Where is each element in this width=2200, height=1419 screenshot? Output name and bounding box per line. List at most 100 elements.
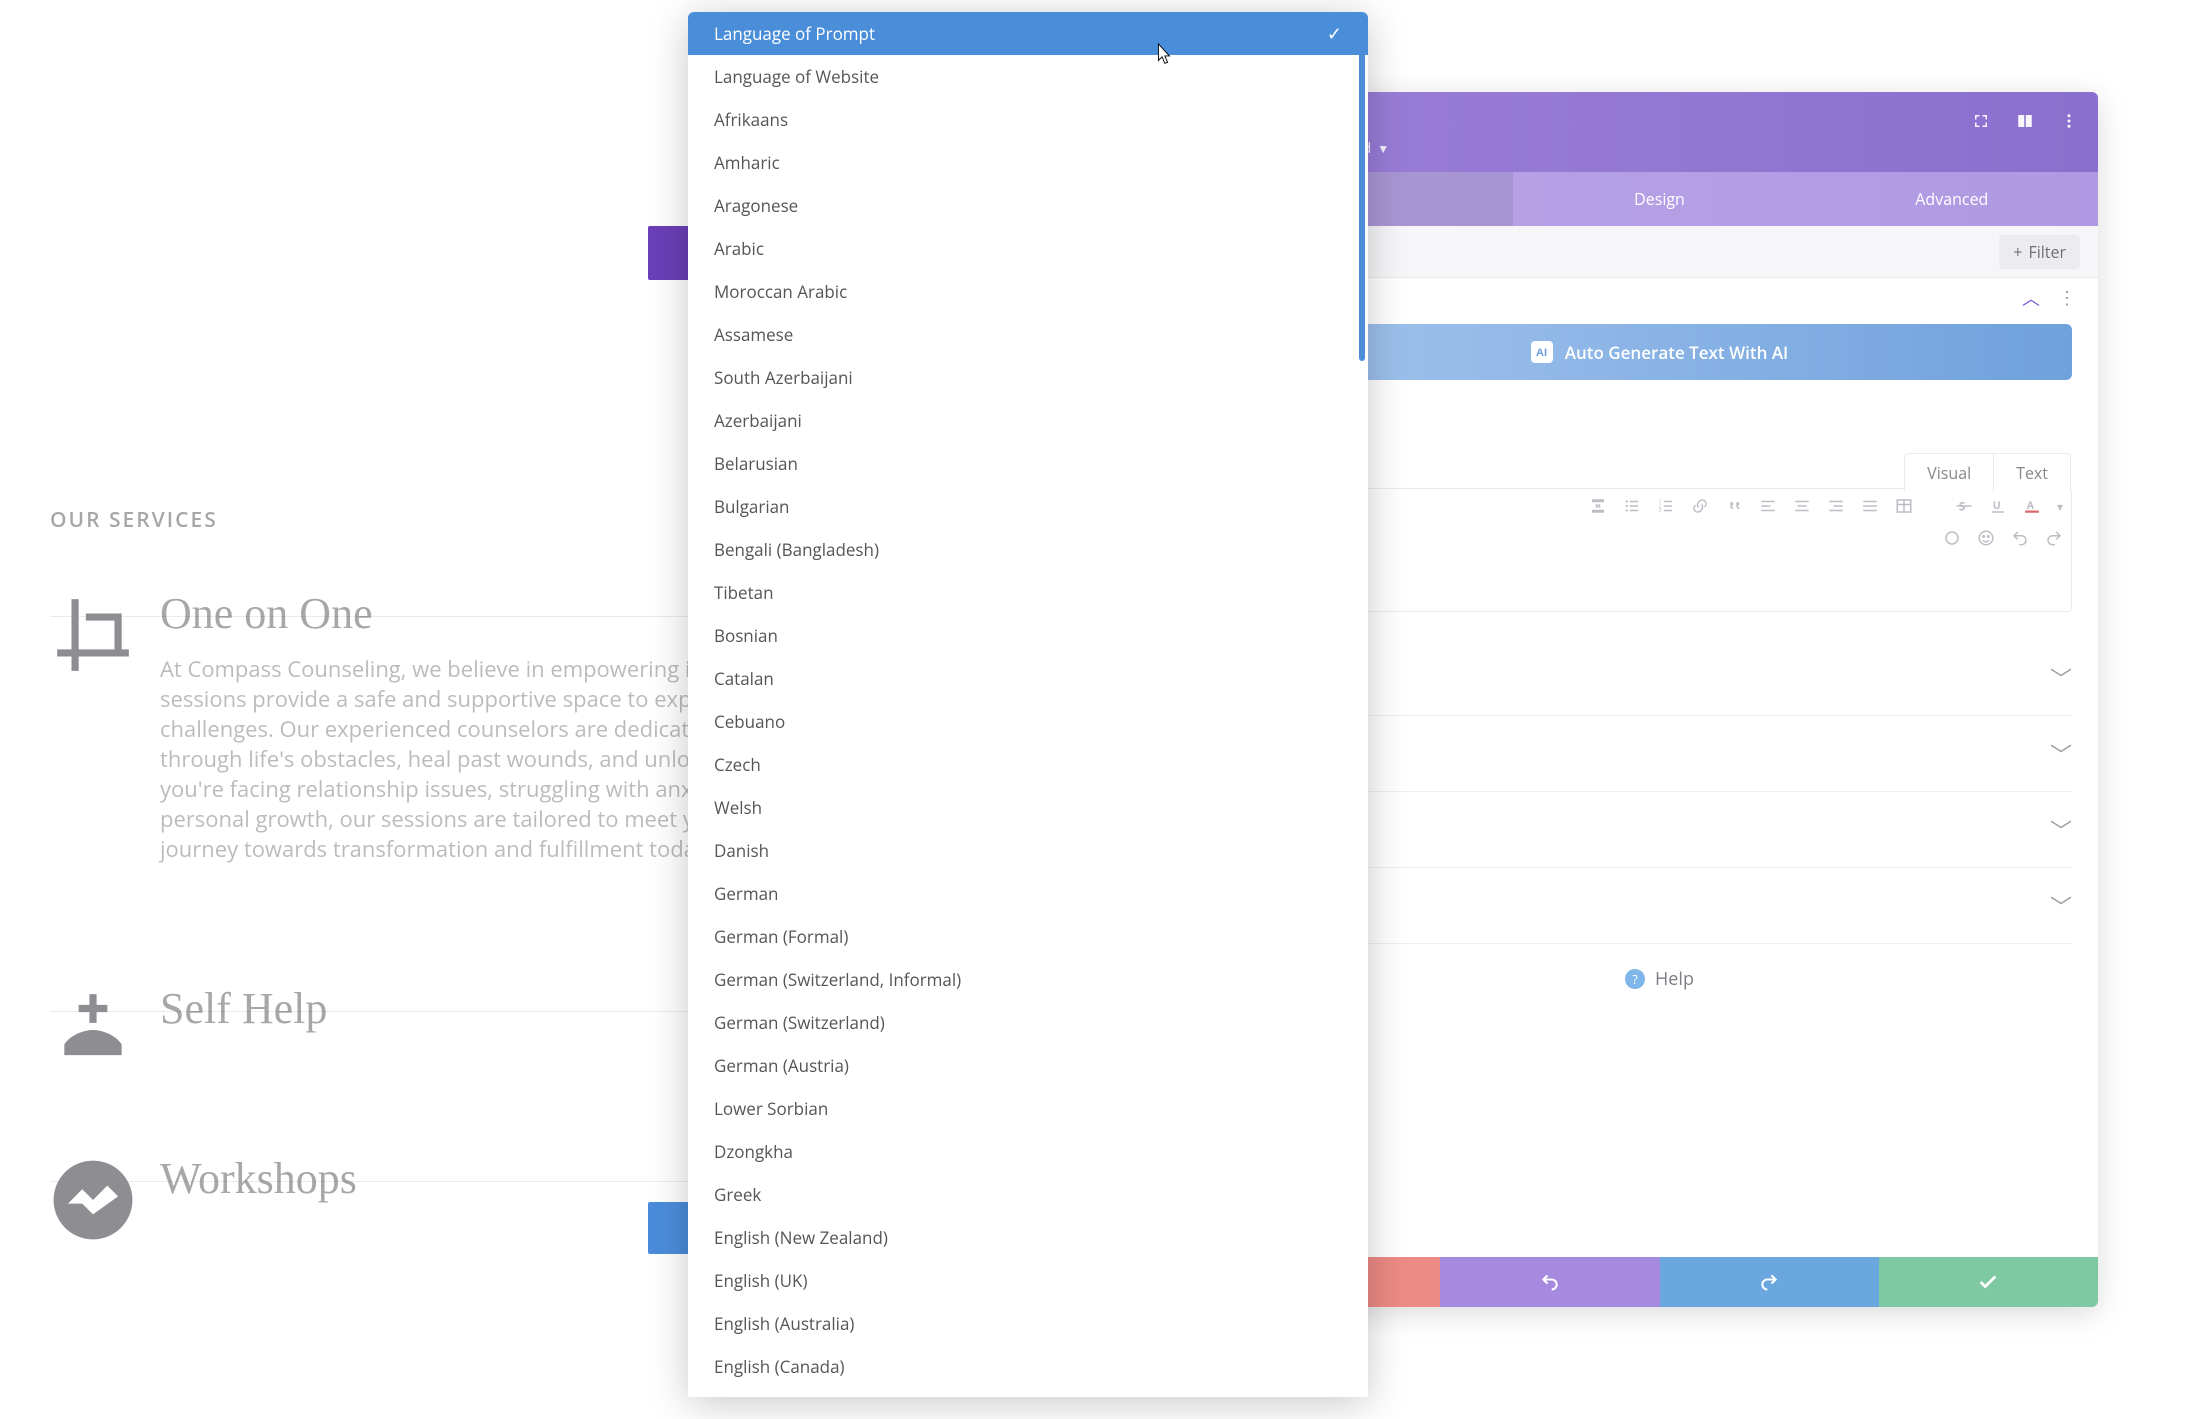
tab-design[interactable]: Design (1513, 172, 1805, 226)
more-vertical-icon[interactable]: ⋮ (2058, 286, 2076, 310)
language-option[interactable]: German (688, 872, 1368, 915)
ai-button-label: Auto Generate Text With AI (1565, 341, 1789, 364)
language-option-label: German (Austria) (714, 1054, 849, 1077)
accordion-row[interactable]: ﹀ (1247, 716, 2072, 792)
expand-icon[interactable] (1972, 112, 1990, 135)
language-option-label: German (Switzerland) (714, 1011, 885, 1034)
editor-tab-visual[interactable]: Visual (1904, 453, 1993, 492)
language-option[interactable]: Tibetan (688, 571, 1368, 614)
language-dropdown[interactable]: Language of Prompt✓ Language of Website Af… (688, 12, 1368, 1397)
language-option[interactable]: German (Switzerland, Informal) (688, 958, 1368, 1001)
language-option[interactable]: Azerbaijani (688, 399, 1368, 442)
language-option-label: Greek (714, 1183, 761, 1206)
language-option-label: Amharic (714, 151, 780, 174)
language-option[interactable]: Czech (688, 743, 1368, 786)
filter-button[interactable]: + Filter (1999, 235, 2080, 269)
language-option[interactable]: Danish (688, 829, 1368, 872)
language-option[interactable]: Greek (688, 1173, 1368, 1216)
language-option[interactable]: Lower Sorbian (688, 1087, 1368, 1130)
language-option[interactable]: South Azerbaijani (688, 356, 1368, 399)
editor-toolbar-row-1: 123 S U A ▾ (1589, 497, 2063, 515)
hand-heart-icon (50, 987, 136, 1073)
language-option-label: English (New Zealand) (714, 1226, 888, 1249)
language-option[interactable]: Bosnian (688, 614, 1368, 657)
language-option-label: Language of Website (714, 65, 879, 88)
language-option[interactable]: English (Canada) (688, 1345, 1368, 1388)
language-option[interactable]: Bengali (Bangladesh) (688, 528, 1368, 571)
columns-icon[interactable] (2016, 112, 2034, 135)
chevron-down-icon[interactable]: ▾ (2057, 498, 2063, 515)
language-option-label: Bengali (Bangladesh) (714, 538, 879, 561)
ai-generate-button[interactable]: AI Auto Generate Text With AI (1247, 324, 2072, 380)
redo-button[interactable] (1660, 1257, 1879, 1307)
language-option[interactable]: English (New Zealand) (688, 1216, 1368, 1259)
tab-advanced[interactable]: Advanced (1806, 172, 2098, 226)
quote-icon[interactable] (1725, 497, 1743, 515)
help-label: Help (1655, 967, 1694, 991)
chevron-up-icon[interactable]: ︿ (2022, 285, 2040, 311)
editor-tab-text[interactable]: Text (1993, 453, 2071, 492)
language-option-label: German (714, 882, 778, 905)
language-option[interactable]: English (UK) (688, 1259, 1368, 1302)
language-option[interactable]: Moroccan Arabic (688, 270, 1368, 313)
language-option[interactable]: Amharic (688, 141, 1368, 184)
list-ul-icon[interactable] (1623, 497, 1641, 515)
language-option[interactable]: English (Australia) (688, 1302, 1368, 1345)
language-option-label: English (Australia) (714, 1312, 854, 1335)
language-option-label: English (UK) (714, 1269, 807, 1292)
ai-badge-icon: AI (1531, 341, 1553, 363)
language-option[interactable]: Cebuano (688, 700, 1368, 743)
formula-icon[interactable] (1589, 497, 1607, 515)
language-option[interactable]: Language of Prompt✓ (688, 12, 1368, 55)
scrollbar-thumb[interactable] (1359, 16, 1365, 361)
redo-icon[interactable] (2045, 529, 2063, 547)
redo-icon (1759, 1272, 1779, 1292)
undo-icon[interactable] (2011, 529, 2029, 547)
language-option-label: Welsh (714, 796, 762, 819)
language-option-label: Danish (714, 839, 769, 862)
link-icon[interactable] (1691, 497, 1709, 515)
save-button[interactable] (1879, 1257, 2098, 1307)
language-option[interactable]: Bulgarian (688, 485, 1368, 528)
language-option[interactable]: Arabic (688, 227, 1368, 270)
language-option[interactable]: Aragonese (688, 184, 1368, 227)
language-option[interactable]: Catalan (688, 657, 1368, 700)
chevron-down-icon: ﹀ (2050, 738, 2072, 770)
service-title: Workshops (160, 1153, 357, 1204)
language-option[interactable]: Welsh (688, 786, 1368, 829)
service-title: Self Help (160, 983, 327, 1034)
emoji-icon[interactable] (1977, 529, 1995, 547)
strikethrough-icon[interactable]: S (1955, 497, 1973, 515)
align-left-icon[interactable] (1759, 497, 1777, 515)
table-icon[interactable] (1895, 497, 1913, 515)
language-option[interactable]: Dzongkha (688, 1130, 1368, 1173)
plus-icon: + (2013, 241, 2022, 263)
align-right-icon[interactable] (1827, 497, 1845, 515)
language-option-label: English (Canada) (714, 1355, 845, 1378)
align-justify-icon[interactable] (1861, 497, 1879, 515)
language-option[interactable]: German (Switzerland) (688, 1001, 1368, 1044)
language-option[interactable]: German (Formal) (688, 915, 1368, 958)
accordion-row[interactable]: ﹀ (1247, 640, 2072, 716)
language-option[interactable]: Assamese (688, 313, 1368, 356)
list-ol-icon[interactable]: 123 (1657, 497, 1675, 515)
text-color-icon[interactable]: A (2023, 497, 2041, 515)
language-option[interactable]: Afrikaans (688, 98, 1368, 141)
svg-text:U: U (1993, 499, 2001, 513)
language-option-label: Dzongkha (714, 1140, 793, 1163)
rich-text-editor[interactable]: Visual Text 123 S U A ▾ (1247, 488, 2072, 612)
more-vertical-icon[interactable] (2060, 112, 2078, 135)
accordion-row[interactable]: el ﹀ (1247, 868, 2072, 944)
circle-icon[interactable] (1943, 529, 1961, 547)
language-option[interactable]: German (Austria) (688, 1044, 1368, 1087)
undo-button[interactable] (1440, 1257, 1659, 1307)
help-icon: ? (1625, 969, 1645, 989)
language-option[interactable]: Belarusian (688, 442, 1368, 485)
language-option[interactable]: Language of Website (688, 55, 1368, 98)
language-option-label: Language of Prompt (714, 22, 875, 45)
align-center-icon[interactable] (1793, 497, 1811, 515)
language-option-label: South Azerbaijani (714, 366, 853, 389)
accordion-row[interactable]: nd ﹀ (1247, 792, 2072, 868)
underline-icon[interactable]: U (1989, 497, 2007, 515)
language-option-label: Afrikaans (714, 108, 788, 131)
